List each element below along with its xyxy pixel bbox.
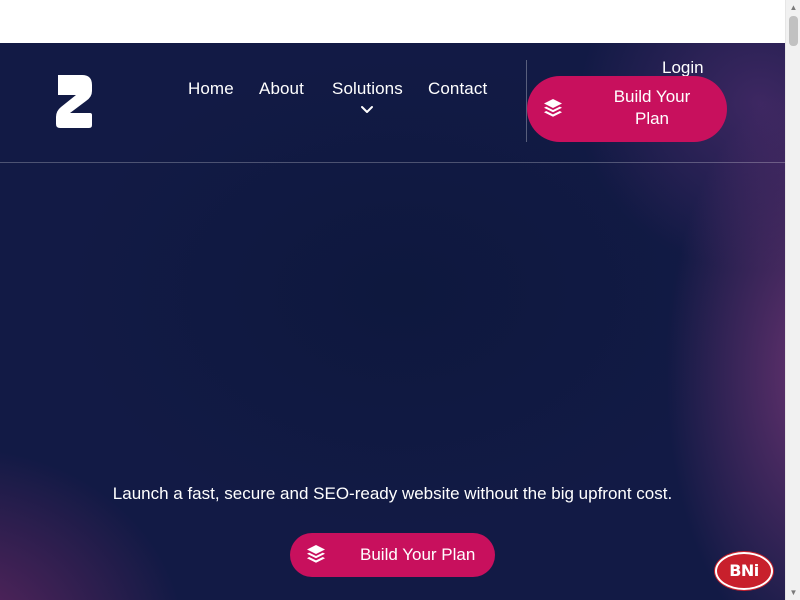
nav-contact-link[interactable]: Contact [428, 79, 487, 99]
site-header: Home About Solutions Contact Login Build… [0, 43, 785, 163]
top-white-strip [0, 0, 785, 43]
build-your-plan-hero-label: Build Your Plan [360, 545, 476, 564]
z-logo-icon[interactable] [52, 71, 96, 131]
bni-badge-text: BNi [729, 561, 759, 580]
build-your-plan-header-label: Build Your Plan [613, 87, 691, 128]
bni-badge[interactable]: BNi [715, 552, 773, 590]
nav-about-link[interactable]: About [259, 79, 304, 99]
layers-icon [544, 99, 562, 117]
layers-icon [307, 545, 325, 563]
scroll-up-arrow[interactable]: ▲ [786, 0, 800, 15]
build-your-plan-hero-button[interactable]: Build Your Plan [290, 533, 495, 577]
hero-tagline: Launch a fast, secure and SEO-ready webs… [112, 484, 673, 503]
scroll-thumb[interactable] [789, 16, 798, 46]
login-link[interactable]: Login [662, 58, 704, 78]
nav-solutions-link[interactable]: Solutions [332, 79, 403, 99]
build-your-plan-header-button[interactable]: Build Your Plan [527, 76, 727, 142]
page-viewport: Home About Solutions Contact Login Build… [0, 0, 785, 600]
scroll-down-arrow[interactable]: ▼ [786, 585, 800, 600]
chevron-down-icon[interactable] [360, 105, 374, 115]
vertical-scrollbar[interactable]: ▲ ▼ [785, 0, 800, 600]
nav-home-link[interactable]: Home [188, 79, 234, 99]
